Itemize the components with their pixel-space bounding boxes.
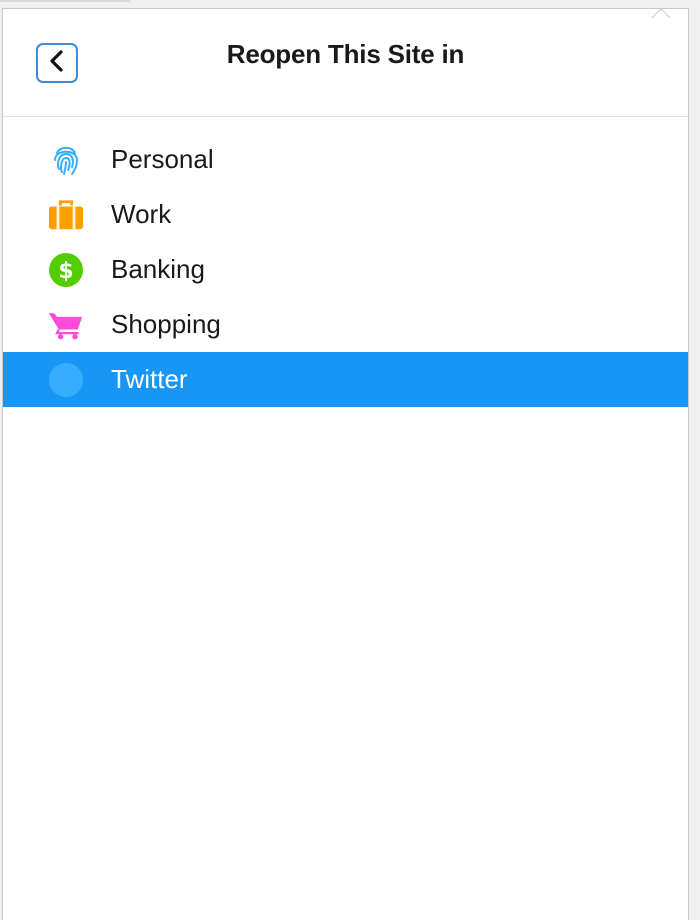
- circle-icon: [48, 362, 84, 398]
- page-title: Reopen This Site in: [226, 39, 465, 69]
- svg-text:$: $: [58, 259, 73, 284]
- cart-icon: [48, 307, 84, 343]
- container-list: Personal Work $ Banking Shopping Twitter: [3, 132, 688, 407]
- container-label: Twitter: [111, 364, 188, 394]
- container-label: Work: [111, 199, 172, 229]
- dollar-icon: $: [48, 252, 84, 288]
- briefcase-icon: [48, 197, 84, 233]
- container-item-work[interactable]: Work: [3, 187, 688, 242]
- panel-header: Reopen This Site in: [3, 9, 688, 117]
- container-label: Personal: [111, 144, 214, 174]
- container-item-twitter[interactable]: Twitter: [3, 352, 688, 407]
- container-label: Shopping: [111, 309, 221, 339]
- window-edge: [0, 0, 130, 2]
- container-item-banking[interactable]: $ Banking: [3, 242, 688, 297]
- fingerprint-icon: [48, 142, 84, 178]
- container-item-shopping[interactable]: Shopping: [3, 297, 688, 352]
- reopen-in-container-panel: Reopen This Site in Personal Work $ Bank…: [2, 8, 689, 920]
- container-item-personal[interactable]: Personal: [3, 132, 688, 187]
- container-label: Banking: [111, 254, 205, 284]
